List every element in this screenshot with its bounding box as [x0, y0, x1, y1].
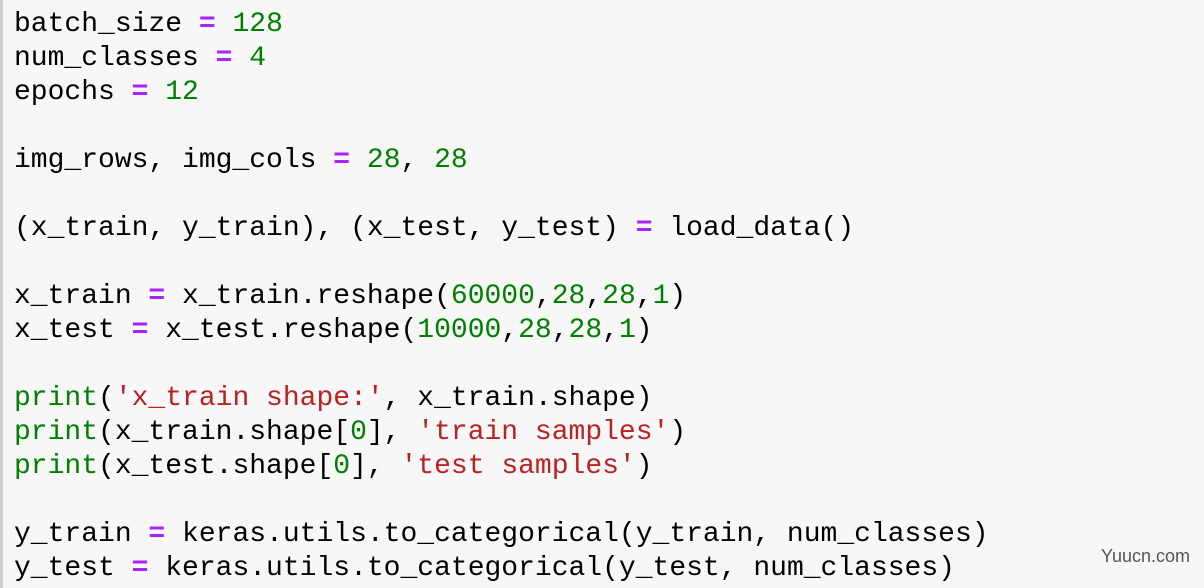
- code-line: print(x_test.shape[0], 'test samples'): [14, 450, 989, 484]
- operator-token: =: [148, 519, 166, 550]
- string-literal: 'test samples': [400, 451, 636, 482]
- builtin-function: print: [14, 451, 99, 482]
- watermark: Yuucn.com: [1100, 546, 1190, 566]
- operator-token: =: [148, 281, 166, 312]
- code-text: ): [635, 451, 653, 482]
- code-line: y_train = keras.utils.to_categorical(y_t…: [14, 518, 989, 552]
- code-text: y_train: [14, 519, 149, 550]
- code-text: ,: [551, 315, 569, 346]
- code-text: epochs: [14, 77, 132, 108]
- code-text: ,: [602, 315, 619, 346]
- string-literal: 'x_train shape:': [114, 383, 384, 414]
- operator-token: =: [131, 553, 149, 584]
- code-line: batch_size = 128: [14, 8, 989, 42]
- code-text: x_test.reshape(: [148, 315, 418, 346]
- code-text: num_classes: [14, 43, 216, 74]
- operator-token: =: [215, 43, 233, 74]
- code-text: ): [635, 315, 653, 346]
- code-text: x_train.reshape(: [165, 281, 451, 312]
- code-text: x_train: [14, 281, 149, 312]
- code-line: print(x_train.shape[0], 'train samples'): [14, 416, 989, 450]
- code-text: ): [669, 281, 687, 312]
- code-text: ,: [501, 315, 519, 346]
- code-text: ,: [635, 281, 653, 312]
- number-literal: 28: [568, 315, 603, 346]
- number-literal: 0: [350, 417, 367, 448]
- code-line: print('x_train shape:', x_train.shape): [14, 382, 989, 416]
- code-line: img_rows, img_cols = 28, 28: [14, 144, 989, 178]
- code-editor[interactable]: batch_size = 128 num_classes = 4 epochs = …: [14, 8, 989, 586]
- code-text: batch_size: [14, 9, 199, 40]
- number-literal: 28: [518, 315, 552, 346]
- builtin-function: print: [14, 417, 99, 448]
- code-cell[interactable]: batch_size = 128 num_classes = 4 epochs = …: [0, 0, 1204, 588]
- code-text: y_test: [14, 553, 132, 584]
- code-text: ,: [400, 145, 435, 176]
- number-literal: 1: [652, 281, 670, 312]
- code-text: load_data(): [652, 213, 855, 244]
- number-literal: 28: [551, 281, 586, 312]
- number-literal: 4: [249, 43, 267, 74]
- number-literal: 1: [618, 315, 636, 346]
- code-text: (x_test.shape[: [98, 451, 334, 482]
- code-text: ,: [534, 281, 552, 312]
- code-text: keras.utils.to_categorical(y_test, num_c…: [148, 553, 955, 584]
- code-line: epochs = 12: [14, 76, 989, 110]
- number-literal: 0: [333, 451, 351, 482]
- code-line: x_test = x_test.reshape(10000,28,28,1): [14, 314, 989, 348]
- code-text: , x_train.shape): [383, 383, 653, 414]
- number-literal: 28: [602, 281, 636, 312]
- code-text: (x_train.shape[: [98, 417, 351, 448]
- code-line: x_train = x_train.reshape(60000,28,28,1): [14, 280, 989, 314]
- number-literal: 60000: [450, 281, 535, 312]
- number-literal: 12: [165, 77, 199, 108]
- code-text: ],: [366, 417, 418, 448]
- string-literal: 'train samples': [417, 417, 670, 448]
- number-literal: 28: [434, 145, 468, 176]
- operator-token: =: [635, 213, 653, 244]
- code-text: ): [669, 417, 687, 448]
- code-line: (x_train, y_train), (x_test, y_test) = l…: [14, 212, 989, 246]
- code-text: (: [98, 383, 115, 414]
- operator-token: =: [333, 145, 351, 176]
- builtin-function: print: [14, 383, 99, 414]
- code-text: x_test: [14, 315, 132, 346]
- number-literal: 28: [366, 145, 401, 176]
- code-text: img_rows, img_cols: [14, 145, 334, 176]
- number-literal: 128: [232, 9, 283, 40]
- code-text: keras.utils.to_categorical(y_train, num_…: [165, 519, 989, 550]
- code-text: (x_train, y_train), (x_test, y_test): [14, 213, 636, 244]
- code-line: num_classes = 4: [14, 42, 989, 76]
- operator-token: =: [131, 77, 149, 108]
- number-literal: 10000: [417, 315, 502, 346]
- operator-token: =: [131, 315, 149, 346]
- operator-token: =: [198, 9, 216, 40]
- code-text: ],: [350, 451, 401, 482]
- code-line: y_test = keras.utils.to_categorical(y_te…: [14, 552, 989, 586]
- code-text: ,: [585, 281, 603, 312]
